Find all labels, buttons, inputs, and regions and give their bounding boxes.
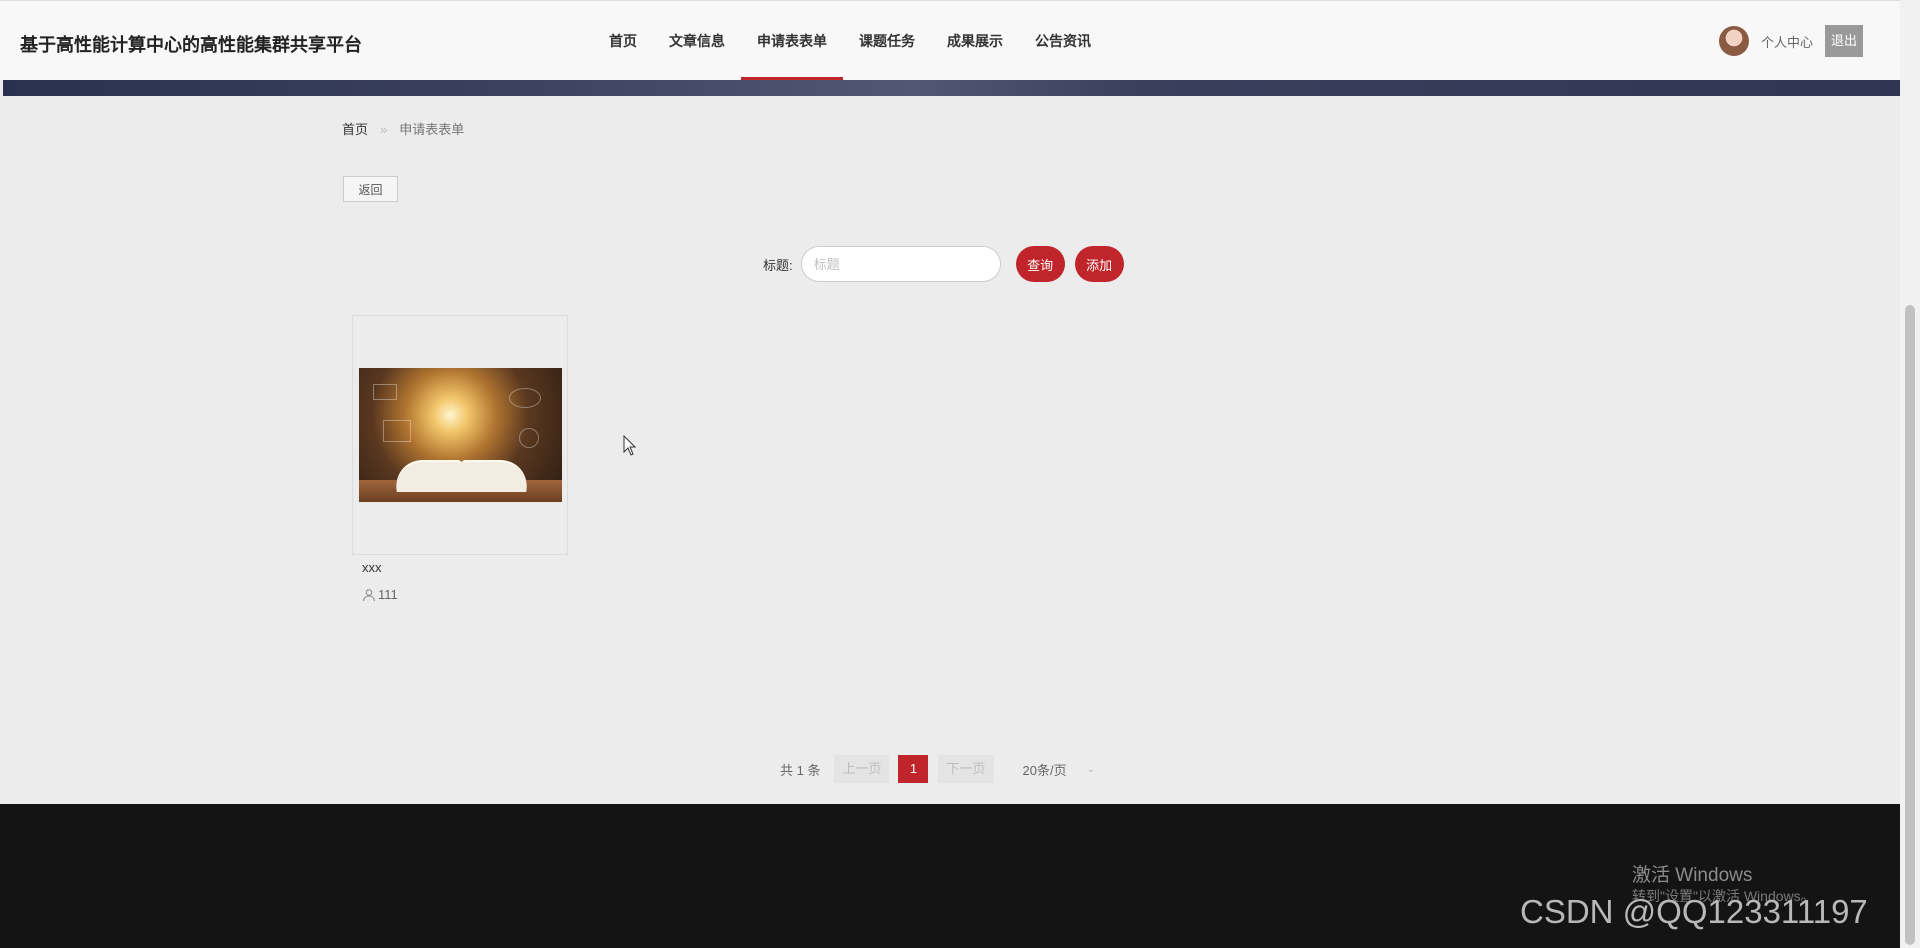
nav-item-application-forms[interactable]: 申请表表单 (741, 1, 843, 81)
chalk-drawing (509, 388, 541, 408)
search-label: 标题: (763, 257, 793, 273)
list-item-card[interactable] (352, 315, 568, 555)
pagination-total: 共 1 条 (780, 762, 821, 778)
personal-center-link[interactable]: 个人中心 (1761, 32, 1813, 51)
site-title: 基于高性能计算中心的高性能集群共享平台 (20, 35, 362, 55)
title-search-input[interactable] (800, 246, 1001, 282)
query-button[interactable]: 查询 (1015, 246, 1065, 282)
chevron-down-icon: ⌄ (1086, 763, 1095, 775)
logout-button[interactable]: 退出 (1824, 25, 1863, 57)
breadcrumb-current: 申请表表单 (399, 122, 465, 137)
nav-item-announcements[interactable]: 公告资讯 (1019, 1, 1107, 81)
scrollbar-thumb[interactable] (1905, 305, 1915, 945)
banner-strip (3, 80, 1900, 96)
vertical-scrollbar[interactable] (1900, 0, 1920, 948)
avatar[interactable] (1718, 26, 1749, 56)
nav-item-articles[interactable]: 文章信息 (653, 1, 741, 81)
chalk-drawing (519, 428, 539, 448)
breadcrumb: 首页 » 申请表表单 (342, 119, 464, 138)
chalk-drawing (383, 420, 411, 442)
breadcrumb-home[interactable]: 首页 (342, 122, 368, 137)
user-area: 个人中心 退出 (1718, 25, 1863, 57)
pagination: 共 1 条 上一页 1 下一页 20条/页 ⌄ (780, 755, 1095, 783)
search-row: 标题: 查询 添加 (763, 246, 1124, 282)
mouse-cursor-icon (623, 435, 637, 456)
csdn-watermark: CSDN @QQ123311197 (1520, 893, 1868, 930)
next-page-button[interactable]: 下一页 (938, 755, 994, 783)
breadcrumb-separator: » (380, 122, 388, 137)
open-book (391, 452, 532, 492)
prev-page-button[interactable]: 上一页 (834, 755, 890, 783)
page-size-value: 20条/页 (1022, 762, 1067, 778)
windows-activation-title: 激活 Windows (1632, 865, 1753, 886)
card-title[interactable]: xxx (362, 560, 382, 575)
card-meta: 111 (362, 587, 398, 602)
card-meta-value: 111 (378, 587, 398, 602)
user-icon (363, 588, 375, 601)
page-size-select[interactable]: 20条/页 ⌄ (1023, 760, 1095, 779)
nav-item-achievements[interactable]: 成果展示 (931, 1, 1019, 81)
nav-item-home[interactable]: 首页 (593, 1, 653, 81)
main-nav: 首页 文章信息 申请表表单 课题任务 成果展示 公告资讯 (593, 1, 1107, 81)
page-number-current[interactable]: 1 (898, 755, 929, 783)
back-button[interactable]: 返回 (343, 176, 398, 202)
chalk-drawing (373, 384, 397, 400)
add-button[interactable]: 添加 (1074, 246, 1124, 282)
top-header: 基于高性能计算中心的高性能集群共享平台 首页 文章信息 申请表表单 课题任务 成… (0, 0, 1900, 81)
nav-item-topic-tasks[interactable]: 课题任务 (843, 1, 931, 81)
card-image (359, 368, 562, 502)
